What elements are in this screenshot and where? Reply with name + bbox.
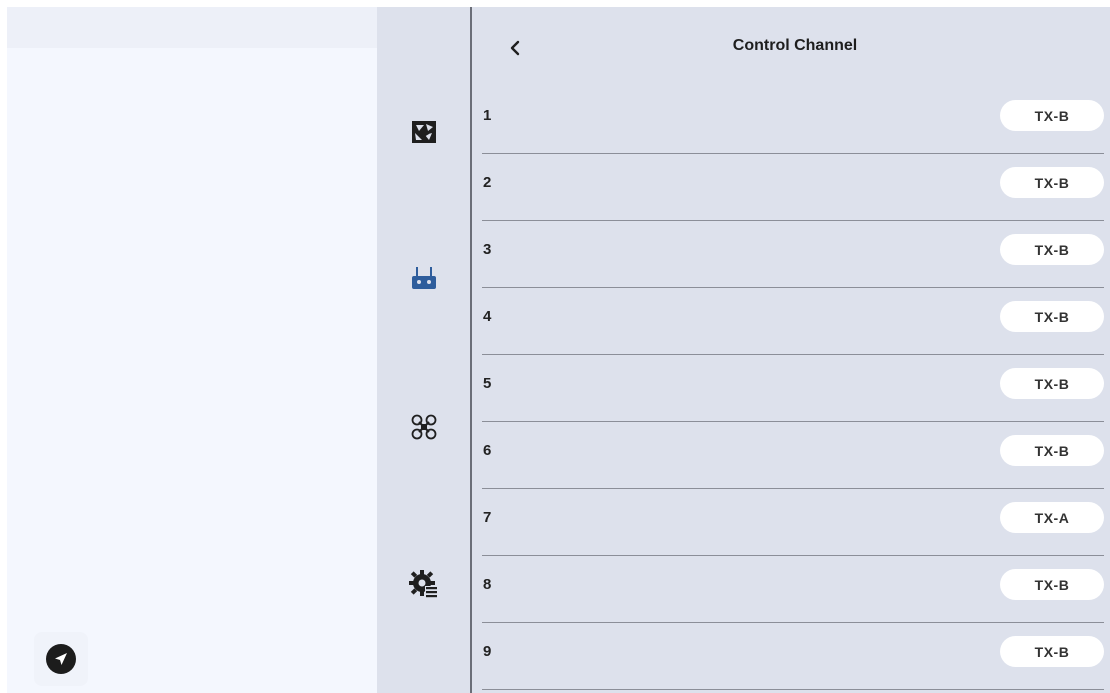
send-button[interactable] bbox=[34, 632, 88, 686]
channel-source-selector[interactable]: TX-B bbox=[1000, 234, 1104, 265]
channel-source-selector[interactable]: TX-B bbox=[1000, 435, 1104, 466]
channel-row: 4 TX-B bbox=[482, 288, 1104, 355]
channel-row: 3 TX-B bbox=[482, 221, 1104, 288]
channel-number: 6 bbox=[483, 442, 492, 459]
icon-sidebar bbox=[377, 7, 471, 693]
channel-source-selector[interactable]: TX-B bbox=[1000, 167, 1104, 198]
channel-row: 1 TX-B bbox=[482, 87, 1104, 154]
channel-source-selector[interactable]: TX-B bbox=[1000, 301, 1104, 332]
left-pane bbox=[7, 7, 377, 693]
channel-row: 2 TX-B bbox=[482, 154, 1104, 221]
drone-icon[interactable] bbox=[399, 402, 449, 452]
channel-number: 2 bbox=[483, 174, 492, 191]
channel-number: 3 bbox=[483, 241, 492, 258]
page-title: Control Channel bbox=[732, 37, 858, 54]
camera-aperture-icon[interactable] bbox=[399, 107, 449, 157]
channel-number: 4 bbox=[483, 308, 492, 325]
channel-source-selector[interactable]: TX-B bbox=[1000, 368, 1104, 399]
channel-row: 8 TX-B bbox=[482, 556, 1104, 623]
remote-controller-icon[interactable] bbox=[399, 253, 449, 303]
channel-number: 8 bbox=[483, 576, 492, 593]
channel-list: 1 TX-B 2 TX-B 3 TX-B 4 TX-B 5 TX-B 6 TX-B 7 TX-A 8 TX-B… bbox=[472, 87, 1110, 690]
channel-number: 1 bbox=[483, 107, 492, 124]
channel-source-selector[interactable]: TX-B bbox=[1000, 569, 1104, 600]
settings-gear-icon[interactable] bbox=[399, 559, 449, 609]
channel-row: 5 TX-B bbox=[482, 355, 1104, 422]
channel-source-selector[interactable]: TX-B bbox=[1000, 100, 1104, 131]
channel-number: 9 bbox=[483, 643, 492, 660]
channel-source-selector[interactable]: TX-A bbox=[1000, 502, 1104, 533]
channel-source-selector[interactable]: TX-B bbox=[1000, 636, 1104, 667]
channel-row: 9 TX-B bbox=[482, 623, 1104, 690]
send-icon bbox=[46, 644, 76, 674]
panel-header: Control Channel bbox=[472, 7, 1110, 87]
left-top-bar bbox=[7, 7, 377, 48]
control-channel-panel: Control Channel 1 TX-B 2 TX-B 3 TX-B 4 TX-B 5 TX-… bbox=[472, 7, 1110, 693]
channel-row: 7 TX-A bbox=[482, 489, 1104, 556]
channel-number: 5 bbox=[483, 375, 492, 392]
channel-number: 7 bbox=[483, 509, 492, 526]
channel-row: 6 TX-B bbox=[482, 422, 1104, 489]
